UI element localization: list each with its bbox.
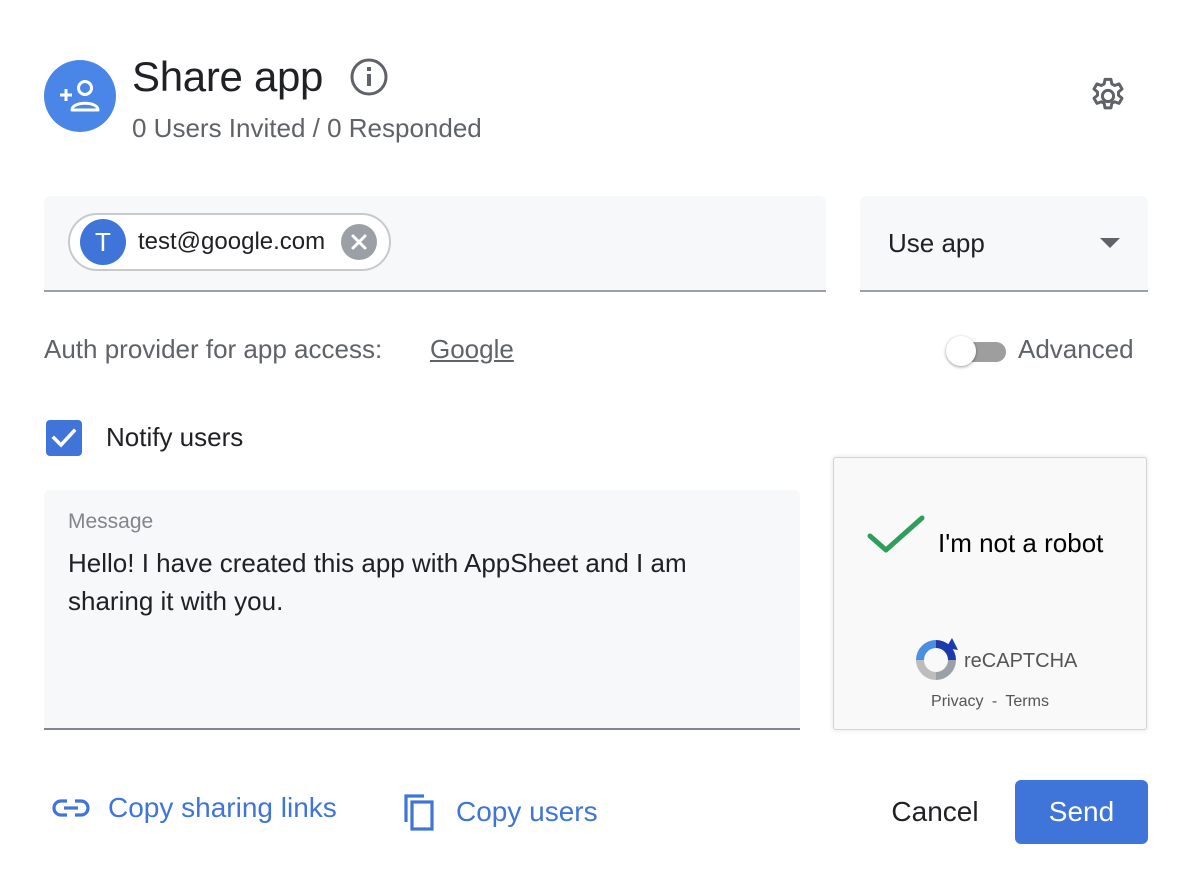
advanced-label: Advanced: [1018, 334, 1134, 364]
recaptcha-terms-link[interactable]: Terms: [1005, 693, 1049, 710]
gear-icon[interactable]: [1084, 72, 1132, 120]
recaptcha-label: I'm not a robot: [938, 528, 1104, 558]
message-textarea[interactable]: Message Hello! I have created this app w…: [44, 490, 800, 730]
person-add-icon: [44, 60, 116, 132]
message-text: Hello! I have created this app with AppS…: [68, 548, 687, 616]
info-icon[interactable]: [348, 56, 390, 98]
invite-stats: 0 Users Invited / 0 Responded: [132, 113, 482, 143]
arrow-drop-down-icon: [1100, 238, 1120, 248]
recaptcha-brand: reCAPTCHA: [964, 650, 1078, 672]
invite-users-field[interactable]: T test@google.com: [44, 196, 826, 292]
message-caption: Message: [68, 510, 154, 533]
page-title: Share app: [132, 53, 324, 100]
chip-email: test@google.com: [138, 228, 326, 255]
advanced-toggle[interactable]: [946, 334, 1006, 368]
auth-provider-label: Auth provider for app access:: [44, 334, 383, 364]
checkmark-icon[interactable]: [866, 510, 926, 560]
copy-sharing-links-label: Copy sharing links: [108, 792, 337, 823]
notify-users-label: Notify users: [106, 422, 244, 452]
send-button[interactable]: Send: [1015, 780, 1148, 844]
recaptcha-links: Privacy - Terms: [834, 693, 1146, 711]
copy-users-label: Copy users: [456, 796, 598, 827]
close-icon[interactable]: [341, 224, 378, 260]
recaptcha-separator: -: [991, 693, 998, 710]
recaptcha-privacy-link[interactable]: Privacy: [931, 693, 983, 710]
chip-avatar: T: [80, 219, 126, 265]
role-dropdown[interactable]: Use app: [860, 196, 1148, 292]
cancel-button[interactable]: Cancel: [872, 780, 998, 844]
copy-users-button[interactable]: Copy users: [400, 792, 598, 832]
share-app-dialog: Share app 0 Users Invited / 0 Responded …: [0, 0, 1192, 886]
notify-users-checkbox[interactable]: [46, 420, 82, 456]
recaptcha-logo-icon: [912, 636, 960, 684]
toggle-thumb: [946, 336, 976, 366]
copy-icon: [400, 792, 436, 832]
auth-provider-link[interactable]: Google: [430, 334, 514, 365]
link-icon: [52, 797, 90, 819]
user-chip: T test@google.com: [68, 213, 392, 271]
copy-sharing-links-button[interactable]: Copy sharing links: [52, 792, 337, 824]
role-selected-value: Use app: [888, 228, 985, 258]
recaptcha-widget: I'm not a robot reCAPTCHA Privacy - Term…: [833, 457, 1147, 730]
